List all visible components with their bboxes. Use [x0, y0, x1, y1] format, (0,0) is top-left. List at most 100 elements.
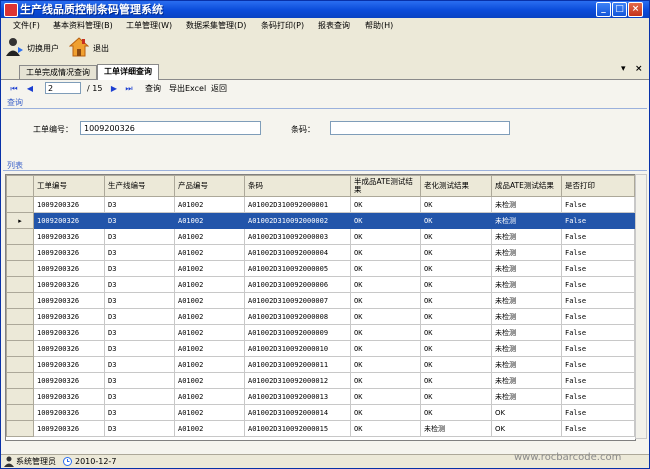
table-cell[interactable]: A01002	[174, 260, 245, 277]
table-cell[interactable]: 未检测	[491, 260, 562, 277]
first-page-icon[interactable]: ⏮	[9, 83, 19, 94]
table-cell[interactable]: False	[561, 244, 635, 261]
table-cell[interactable]: 1009200326	[33, 308, 105, 325]
menu-help[interactable]: 帮助(H)	[365, 18, 393, 33]
table-cell[interactable]: A01002D310092000015	[244, 420, 351, 437]
table-cell[interactable]: D3	[104, 420, 175, 437]
table-cell[interactable]: 未检测	[491, 244, 562, 261]
table-cell[interactable]: 未检测	[491, 212, 562, 229]
table-cell[interactable]: 未检测	[491, 340, 562, 357]
exit-button[interactable]: 退出	[69, 36, 113, 60]
column-header[interactable]: 半成品ATE测试结果	[350, 175, 421, 197]
table-cell[interactable]: False	[561, 308, 635, 325]
row-header[interactable]	[6, 340, 34, 357]
table-cell[interactable]: 1009200326	[33, 324, 105, 341]
table-cell[interactable]: 未检测	[491, 324, 562, 341]
table-cell[interactable]: A01002	[174, 244, 245, 261]
table-cell[interactable]: OK	[491, 420, 562, 437]
menu-file[interactable]: 文件(F)	[13, 18, 40, 33]
table-cell[interactable]: OK	[350, 372, 421, 389]
table-row[interactable]: 1009200326 D3 A01002 A01002D310092000007 OK O…	[6, 292, 635, 309]
table-row[interactable]: 1009200326 D3 A01002 A01002D310092000009 OK O…	[6, 324, 635, 341]
title-bar[interactable]: 生产线品质控制条码管理系统 _ □ ×	[1, 1, 649, 18]
table-row[interactable]: 1009200326 D3 A01002 A01002D310092000014 OK O…	[6, 404, 635, 421]
row-header[interactable]: ▸	[6, 212, 34, 229]
table-cell[interactable]: OK	[420, 404, 492, 421]
tab-work-order-detail[interactable]: 工单详细查询	[97, 64, 159, 80]
table-cell[interactable]: A01002D310092000012	[244, 372, 351, 389]
table-cell[interactable]: D3	[104, 212, 175, 229]
table-cell[interactable]: 未检测	[491, 372, 562, 389]
table-cell[interactable]: OK	[420, 292, 492, 309]
row-header[interactable]	[6, 308, 34, 325]
table-cell[interactable]: OK	[350, 212, 421, 229]
table-cell[interactable]: OK	[420, 244, 492, 261]
table-cell[interactable]: OK	[350, 308, 421, 325]
table-cell[interactable]: A01002D310092000014	[244, 404, 351, 421]
table-cell[interactable]: A01002	[174, 324, 245, 341]
column-header[interactable]: 老化测试结果	[420, 175, 492, 197]
table-cell[interactable]: False	[561, 404, 635, 421]
grid-scrollbar[interactable]	[635, 174, 647, 439]
table-cell[interactable]: False	[561, 228, 635, 245]
table-cell[interactable]: A01002	[174, 228, 245, 245]
table-cell[interactable]: 1009200326	[33, 356, 105, 373]
table-cell[interactable]: 未检测	[491, 276, 562, 293]
column-header[interactable]: 条码	[244, 175, 351, 197]
column-header[interactable]: 产品编号	[174, 175, 245, 197]
row-header[interactable]	[6, 292, 34, 309]
table-row[interactable]: 1009200326 D3 A01002 A01002D310092000003 OK O…	[6, 228, 635, 245]
table-row[interactable]: 1009200326 D3 A01002 A01002D310092000004 OK O…	[6, 244, 635, 261]
table-cell[interactable]: OK	[350, 244, 421, 261]
table-cell[interactable]: False	[561, 372, 635, 389]
table-row[interactable]: 1009200326 D3 A01002 A01002D310092000011 OK O…	[6, 356, 635, 373]
table-row[interactable]: 1009200326 D3 A01002 A01002D310092000008 OK O…	[6, 308, 635, 325]
table-cell[interactable]: OK	[491, 404, 562, 421]
table-cell[interactable]: OK	[420, 372, 492, 389]
table-cell[interactable]: OK	[350, 276, 421, 293]
column-header[interactable]: 是否打印	[561, 175, 635, 197]
table-cell[interactable]: False	[561, 324, 635, 341]
table-cell[interactable]: OK	[420, 228, 492, 245]
row-header[interactable]	[6, 372, 34, 389]
row-header[interactable]	[6, 404, 34, 421]
table-cell[interactable]: OK	[420, 388, 492, 405]
table-cell[interactable]: D3	[104, 276, 175, 293]
table-cell[interactable]: 未检测	[491, 388, 562, 405]
next-page-icon[interactable]: ▶	[109, 83, 119, 94]
table-cell[interactable]: D3	[104, 196, 175, 213]
table-cell[interactable]: OK	[420, 308, 492, 325]
minimize-button[interactable]: _	[596, 2, 611, 17]
export-excel-button[interactable]: 导出Excel	[169, 83, 206, 94]
table-cell[interactable]: False	[561, 212, 635, 229]
table-cell[interactable]: 1009200326	[33, 340, 105, 357]
table-cell[interactable]: D3	[104, 308, 175, 325]
table-cell[interactable]: A01002	[174, 212, 245, 229]
table-cell[interactable]: A01002D310092000001	[244, 196, 351, 213]
table-cell[interactable]: OK	[350, 420, 421, 437]
table-cell[interactable]: A01002	[174, 356, 245, 373]
table-cell[interactable]: False	[561, 356, 635, 373]
table-cell[interactable]: False	[561, 420, 635, 437]
table-cell[interactable]: 未检测	[491, 228, 562, 245]
menu-barcode-print[interactable]: 条码打印(P)	[261, 18, 304, 33]
table-cell[interactable]: 1009200326	[33, 292, 105, 309]
maximize-button[interactable]: □	[612, 2, 627, 17]
table-cell[interactable]: A01002	[174, 276, 245, 293]
row-header[interactable]	[6, 196, 34, 213]
table-row[interactable]: 1009200326 D3 A01002 A01002D310092000010 OK O…	[6, 340, 635, 357]
row-header[interactable]	[6, 324, 34, 341]
table-cell[interactable]: False	[561, 388, 635, 405]
table-cell[interactable]: 1009200326	[33, 212, 105, 229]
table-cell[interactable]: D3	[104, 260, 175, 277]
table-cell[interactable]: OK	[420, 356, 492, 373]
table-cell[interactable]: D3	[104, 388, 175, 405]
table-cell[interactable]: A01002D310092000009	[244, 324, 351, 341]
table-cell[interactable]: A01002D310092000003	[244, 228, 351, 245]
table-cell[interactable]: A01002	[174, 420, 245, 437]
table-cell[interactable]: A01002	[174, 372, 245, 389]
row-header[interactable]	[6, 276, 34, 293]
table-cell[interactable]: OK	[350, 340, 421, 357]
table-cell[interactable]: A01002D310092000007	[244, 292, 351, 309]
table-row[interactable]: 1009200326 D3 A01002 A01002D310092000013 OK O…	[6, 388, 635, 405]
